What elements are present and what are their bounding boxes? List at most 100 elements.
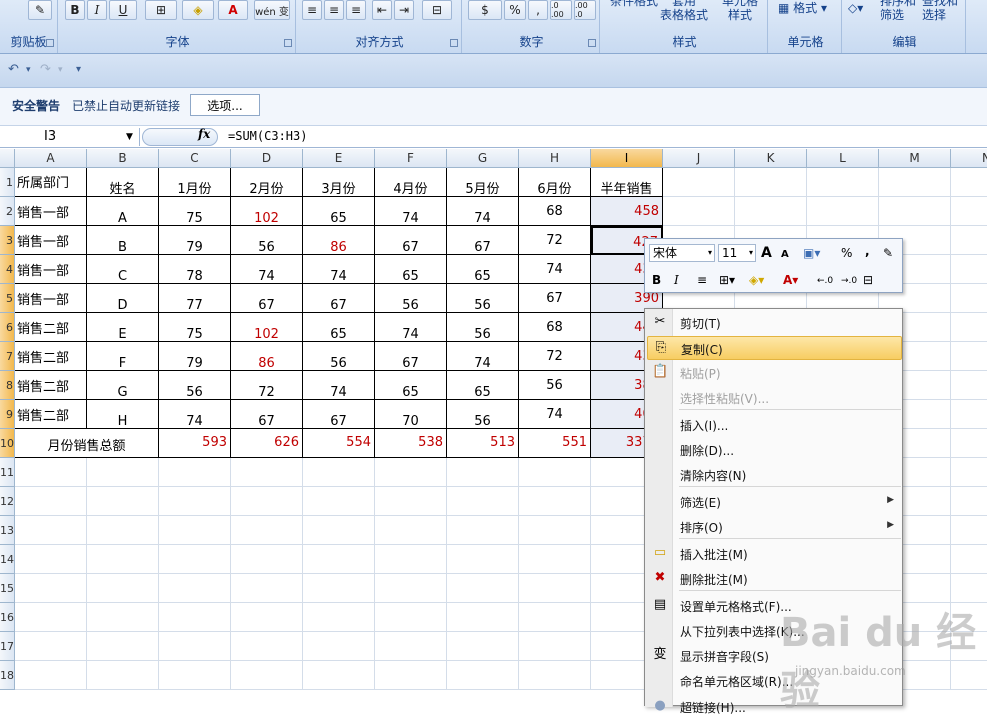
month-cell[interactable]: 67: [447, 226, 519, 255]
bold-button[interactable]: B: [65, 0, 85, 20]
column-header-j[interactable]: J: [663, 149, 735, 168]
increase-decimal-button[interactable]: .0 .00: [550, 0, 572, 20]
percent-button[interactable]: %: [504, 0, 526, 20]
month-cell[interactable]: 56: [231, 226, 303, 255]
month-cell[interactable]: 56: [303, 342, 375, 371]
empty-cell[interactable]: [159, 603, 231, 632]
month-cell[interactable]: 72: [231, 371, 303, 400]
total-cell[interactable]: 458: [591, 197, 663, 226]
empty-cell[interactable]: [951, 197, 987, 226]
month-cell[interactable]: 56: [375, 284, 447, 313]
header-cell[interactable]: 4月份: [375, 168, 447, 197]
empty-cell[interactable]: [663, 168, 735, 197]
name-cell[interactable]: H: [87, 400, 159, 429]
header-cell[interactable]: 半年销售: [591, 168, 663, 197]
column-header-c[interactable]: C: [159, 149, 231, 168]
row-header-15[interactable]: 15: [0, 574, 15, 603]
dept-cell[interactable]: 销售二部: [15, 313, 87, 342]
header-cell[interactable]: 3月份: [303, 168, 375, 197]
empty-cell[interactable]: [879, 168, 951, 197]
month-cell[interactable]: 74: [231, 255, 303, 284]
menu-item-9[interactable]: ▭ 插入批注(M): [647, 542, 902, 566]
dept-cell[interactable]: 销售二部: [15, 342, 87, 371]
menu-item-2[interactable]: 📋 粘贴(P): [647, 361, 902, 385]
format-button[interactable]: ▦ 格式 ▾: [778, 1, 827, 15]
name-box[interactable]: I3: [0, 128, 140, 146]
dialog-launcher-icon[interactable]: [284, 39, 292, 47]
row-header-11[interactable]: 11: [0, 458, 15, 487]
name-box-dropdown-icon[interactable]: ▼: [126, 128, 133, 146]
month-cell[interactable]: 74: [159, 400, 231, 429]
empty-cell[interactable]: [951, 516, 987, 545]
mini-fill-icon[interactable]: ◈▾: [749, 272, 764, 288]
column-header-m[interactable]: M: [879, 149, 951, 168]
empty-cell[interactable]: [879, 197, 951, 226]
column-header-h[interactable]: H: [519, 149, 591, 168]
name-cell[interactable]: F: [87, 342, 159, 371]
empty-cell[interactable]: [519, 458, 591, 487]
column-header-l[interactable]: L: [807, 149, 879, 168]
dept-cell[interactable]: 销售二部: [15, 371, 87, 400]
empty-cell[interactable]: [87, 516, 159, 545]
row-header-18[interactable]: 18: [0, 661, 15, 690]
column-header-k[interactable]: K: [735, 149, 807, 168]
align-center-button[interactable]: ≡: [324, 0, 344, 20]
empty-cell[interactable]: [159, 516, 231, 545]
empty-cell[interactable]: [15, 545, 87, 574]
month-cell[interactable]: 74: [447, 342, 519, 371]
mini-font-select[interactable]: 宋体 ▾: [649, 244, 715, 262]
mini-bold-button[interactable]: B: [652, 272, 661, 288]
row-header-1[interactable]: 1: [0, 168, 15, 197]
empty-cell[interactable]: [15, 458, 87, 487]
empty-cell[interactable]: [807, 197, 879, 226]
empty-cell[interactable]: [951, 574, 987, 603]
month-cell[interactable]: 65: [447, 371, 519, 400]
empty-cell[interactable]: [735, 168, 807, 197]
header-cell[interactable]: 5月份: [447, 168, 519, 197]
row-header-16[interactable]: 16: [0, 603, 15, 632]
empty-cell[interactable]: [951, 226, 987, 255]
empty-cell[interactable]: [735, 197, 807, 226]
empty-cell[interactable]: [303, 603, 375, 632]
month-cell[interactable]: 67: [231, 284, 303, 313]
empty-cell[interactable]: [375, 458, 447, 487]
month-cell[interactable]: 86: [303, 226, 375, 255]
empty-cell[interactable]: [303, 458, 375, 487]
menu-item-15[interactable]: ● 超链接(H)...: [647, 695, 902, 719]
table-format-button[interactable]: 套用 表格格式: [660, 0, 708, 22]
menu-item-3[interactable]: 选择性粘贴(V)...: [647, 386, 902, 410]
empty-cell[interactable]: [951, 545, 987, 574]
month-cell[interactable]: 67: [303, 284, 375, 313]
mini-center-button[interactable]: ≡: [697, 272, 707, 288]
empty-cell[interactable]: [447, 487, 519, 516]
header-cell[interactable]: 2月份: [231, 168, 303, 197]
column-header-d[interactable]: D: [231, 149, 303, 168]
month-cell[interactable]: 74: [447, 197, 519, 226]
month-cell[interactable]: 56: [447, 284, 519, 313]
month-cell[interactable]: 74: [519, 255, 591, 284]
empty-cell[interactable]: [303, 487, 375, 516]
empty-cell[interactable]: [231, 574, 303, 603]
row-header-6[interactable]: 6: [0, 313, 15, 342]
month-cell[interactable]: 70: [375, 400, 447, 429]
month-cell[interactable]: 67: [231, 400, 303, 429]
column-header-a[interactable]: A: [15, 149, 87, 168]
menu-item-10[interactable]: ✖ 删除批注(M): [647, 567, 902, 591]
name-cell[interactable]: A: [87, 197, 159, 226]
grow-font-button[interactable]: A: [761, 245, 772, 261]
shrink-font-button[interactable]: A: [781, 247, 789, 263]
empty-cell[interactable]: [159, 661, 231, 690]
empty-cell[interactable]: [951, 400, 987, 429]
empty-cell[interactable]: [519, 603, 591, 632]
empty-cell[interactable]: [951, 255, 987, 284]
empty-cell[interactable]: [303, 545, 375, 574]
empty-cell[interactable]: [375, 545, 447, 574]
row-header-8[interactable]: 8: [0, 371, 15, 400]
month-cell[interactable]: 74: [303, 255, 375, 284]
empty-cell[interactable]: [519, 545, 591, 574]
mini-merge-icon[interactable]: ⊟: [863, 272, 873, 288]
month-cell[interactable]: 78: [159, 255, 231, 284]
empty-cell[interactable]: [375, 632, 447, 661]
menu-item-0[interactable]: ✂ 剪切(T): [647, 311, 902, 335]
empty-cell[interactable]: [231, 516, 303, 545]
